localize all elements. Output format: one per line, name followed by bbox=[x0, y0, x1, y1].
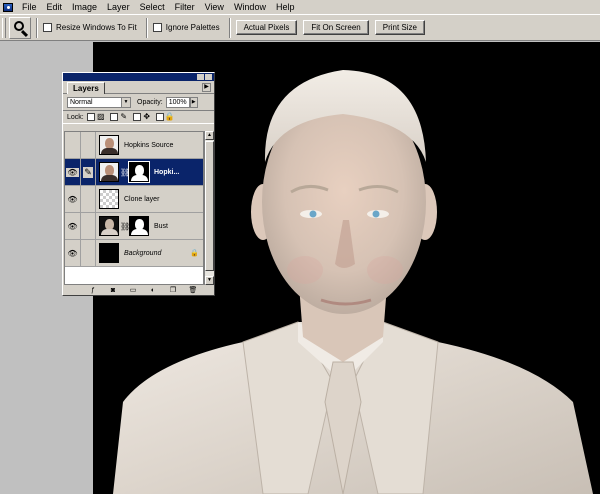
menu-image[interactable]: Image bbox=[67, 0, 102, 14]
ignore-palettes-label: Ignore Palettes bbox=[165, 23, 220, 32]
menu-layer[interactable]: Layer bbox=[102, 0, 135, 14]
opacity-slider-button[interactable]: ▶ bbox=[189, 96, 198, 108]
palette-close-button[interactable] bbox=[205, 74, 212, 80]
scroll-up-button[interactable]: ▲ bbox=[205, 131, 214, 140]
layer-thumbnail bbox=[99, 216, 119, 236]
actual-pixels-button[interactable]: Actual Pixels bbox=[235, 20, 298, 35]
resize-windows-option[interactable]: Resize Windows To Fit bbox=[43, 23, 137, 32]
lock-icon: 🔒 bbox=[164, 112, 175, 121]
blend-mode-value: Normal bbox=[70, 98, 93, 106]
scroll-down-button[interactable]: ▼ bbox=[205, 276, 214, 285]
layer-name: Hopki... bbox=[154, 168, 180, 176]
eye-icon: 👁 bbox=[66, 167, 79, 177]
layer-background[interactable]: 👁 Background 🔒 bbox=[65, 240, 203, 267]
link-toggle[interactable] bbox=[81, 213, 96, 239]
brush-icon: ✎ bbox=[83, 166, 93, 178]
layers-scrollbar[interactable]: ▲ ▼ bbox=[204, 131, 214, 285]
layer-name: Background bbox=[124, 249, 162, 257]
separator bbox=[228, 17, 231, 38]
menu-bar: File Edit Image Layer Select Filter View… bbox=[0, 0, 600, 14]
scroll-thumb[interactable] bbox=[205, 141, 214, 271]
layers-palette: Layers ▶ Normal ▼ Opacity: 100% ▶ Lock: … bbox=[62, 72, 215, 296]
chevron-down-icon: ▼ bbox=[121, 97, 130, 107]
menu-window[interactable]: Window bbox=[229, 0, 271, 14]
palette-bottom-bar: ƒ ◙ ▭ ◐ ❐ 🗑 bbox=[64, 285, 214, 295]
chain-link-icon[interactable]: ⛓ bbox=[120, 168, 130, 177]
lock-row: Lock: ▨ ✎ ✥ 🔒 bbox=[63, 110, 214, 124]
move-arrows-icon: ✥ bbox=[143, 112, 151, 121]
palette-minimize-button[interactable] bbox=[197, 74, 204, 80]
visibility-toggle[interactable]: 👁 bbox=[65, 213, 81, 239]
blend-mode-select[interactable]: Normal ▼ bbox=[67, 96, 131, 108]
layer-clone[interactable]: 👁 Clone layer bbox=[65, 186, 203, 213]
lock-position-checkbox[interactable] bbox=[132, 113, 141, 121]
layer-name: Clone layer bbox=[124, 195, 160, 203]
zoom-tool-preset-button[interactable] bbox=[9, 16, 31, 39]
fit-on-screen-button[interactable]: Fit On Screen bbox=[303, 20, 369, 35]
layer-style-icon[interactable]: ƒ bbox=[86, 286, 100, 295]
layer-name: Hopkins Source bbox=[124, 141, 174, 149]
visibility-toggle[interactable] bbox=[65, 132, 81, 158]
opacity-label: Opacity: bbox=[137, 98, 163, 106]
chain-link-icon[interactable]: ⛓ bbox=[120, 222, 130, 231]
visibility-toggle[interactable]: 👁 bbox=[65, 186, 81, 212]
menu-edit[interactable]: Edit bbox=[42, 0, 68, 14]
layer-thumbnail bbox=[99, 162, 119, 182]
brush-icon: ✎ bbox=[120, 112, 128, 121]
layer-hopkins-source[interactable]: Hopkins Source bbox=[65, 132, 203, 159]
visibility-toggle[interactable]: 👁 bbox=[65, 240, 81, 266]
transparency-grid-icon: ▨ bbox=[96, 112, 105, 121]
opacity-input[interactable]: 100% bbox=[165, 96, 190, 108]
blend-row: Normal ▼ Opacity: 100% ▶ bbox=[63, 94, 214, 110]
lock-all-checkbox[interactable] bbox=[155, 113, 164, 121]
layer-bust[interactable]: 👁 ⛓ Bust bbox=[65, 213, 203, 240]
layer-thumbnail bbox=[99, 135, 119, 155]
layer-name: Bust bbox=[154, 222, 169, 230]
link-toggle[interactable]: ✎ bbox=[81, 159, 96, 185]
link-toggle[interactable] bbox=[81, 186, 96, 212]
menu-file[interactable]: File bbox=[17, 0, 42, 14]
layer-mask-thumbnail[interactable] bbox=[129, 216, 149, 236]
layer-mask-thumbnail[interactable] bbox=[128, 161, 150, 183]
new-set-icon[interactable]: ▭ bbox=[126, 286, 140, 295]
palette-tabs: Layers ▶ bbox=[63, 81, 214, 94]
separator bbox=[36, 17, 38, 38]
resize-windows-checkbox[interactable] bbox=[43, 23, 52, 32]
link-toggle[interactable] bbox=[81, 132, 96, 158]
print-size-button[interactable]: Print Size bbox=[374, 20, 425, 35]
photoshop-app-icon[interactable] bbox=[1, 1, 15, 14]
trash-icon[interactable]: 🗑 bbox=[186, 286, 200, 295]
menu-view[interactable]: View bbox=[200, 0, 229, 14]
palette-title-bar[interactable] bbox=[63, 73, 214, 81]
lock-label: Lock: bbox=[67, 113, 84, 121]
visibility-toggle[interactable]: 👁 bbox=[65, 159, 81, 185]
lock-image-checkbox[interactable] bbox=[109, 113, 118, 121]
link-toggle[interactable] bbox=[81, 240, 96, 266]
tab-layers[interactable]: Layers bbox=[67, 82, 105, 94]
lock-transparent-checkbox[interactable] bbox=[86, 113, 95, 121]
menu-help[interactable]: Help bbox=[271, 0, 300, 14]
ignore-palettes-checkbox[interactable] bbox=[152, 23, 162, 32]
ignore-palettes-option[interactable]: Ignore Palettes bbox=[152, 23, 220, 32]
menu-filter[interactable]: Filter bbox=[170, 0, 200, 14]
eye-icon: 👁 bbox=[67, 221, 78, 231]
menu-select[interactable]: Select bbox=[135, 0, 170, 14]
layer-hopkins-masked[interactable]: 👁 ✎ ⛓ Hopki... bbox=[65, 159, 203, 186]
layer-thumbnail bbox=[99, 189, 119, 209]
layer-thumbnail bbox=[99, 243, 119, 263]
options-bar-grip[interactable] bbox=[2, 17, 6, 38]
resize-windows-label: Resize Windows To Fit bbox=[56, 23, 137, 32]
layers-list: Hopkins Source 👁 ✎ ⛓ Hopki... 👁 Clone la… bbox=[64, 131, 204, 285]
separator bbox=[145, 17, 148, 38]
eye-icon: 👁 bbox=[67, 248, 78, 258]
eye-icon: 👁 bbox=[67, 194, 78, 204]
adjustment-layer-icon[interactable]: ◐ bbox=[146, 286, 160, 295]
new-layer-icon[interactable]: ❐ bbox=[166, 286, 180, 295]
lock-icon: 🔒 bbox=[190, 250, 199, 257]
add-mask-icon[interactable]: ◙ bbox=[106, 286, 120, 295]
palette-menu-button[interactable]: ▶ bbox=[202, 83, 211, 92]
options-bar: Resize Windows To Fit Ignore Palettes Ac… bbox=[0, 14, 600, 41]
